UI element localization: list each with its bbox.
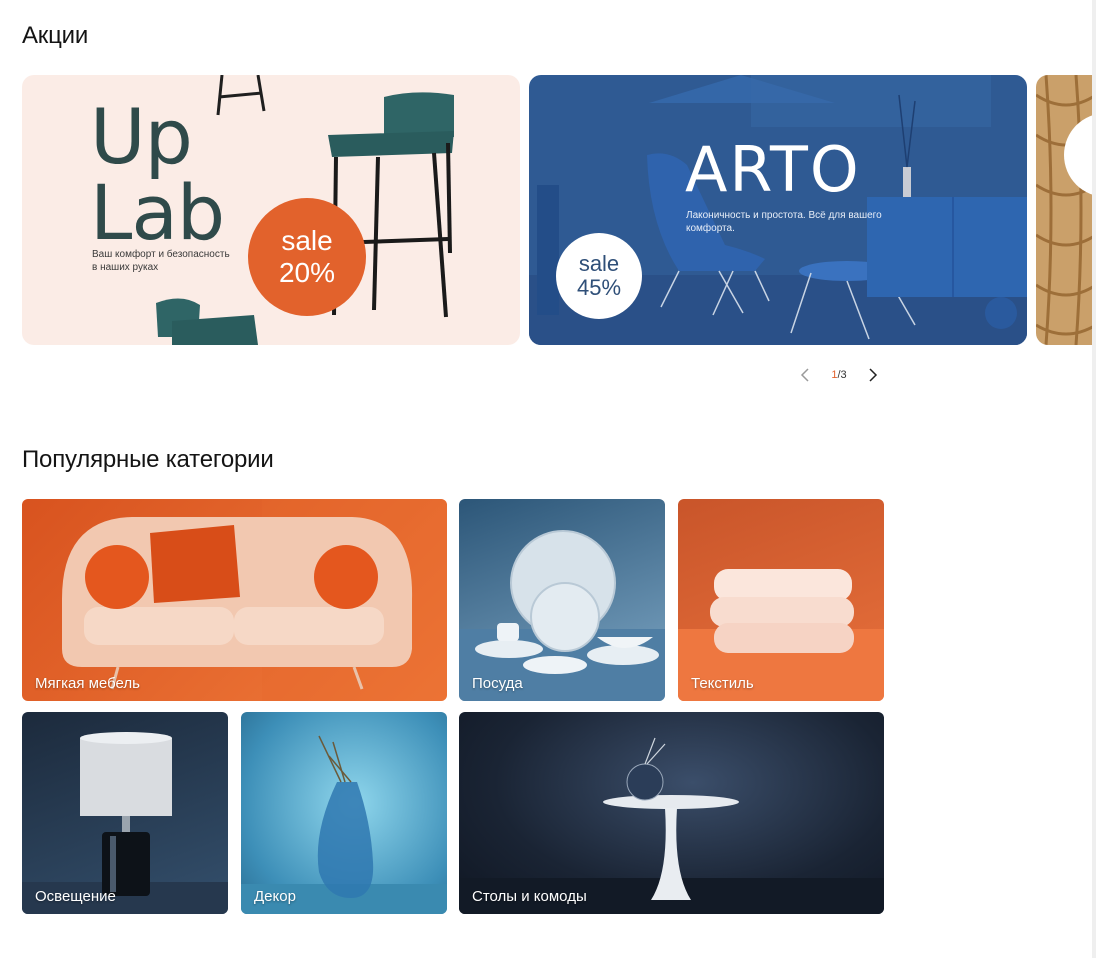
sale-badge: sale 45% bbox=[556, 233, 642, 319]
sale-value: 20% bbox=[278, 257, 336, 288]
pager-total: 3 bbox=[840, 369, 847, 381]
category-tile-textile[interactable]: Текстиль bbox=[678, 499, 884, 701]
category-tile-tables-dressers[interactable]: Столы и комоды bbox=[459, 712, 884, 914]
popular-categories-title: Популярные категории bbox=[22, 446, 274, 473]
category-tile-dishes[interactable]: Посуда bbox=[459, 499, 665, 701]
lamp-image bbox=[22, 732, 228, 914]
dishes-image bbox=[459, 530, 665, 701]
vase-image bbox=[241, 735, 447, 914]
arto-subtitle: Лаконичность и простота. Всё для вашего … bbox=[686, 210, 882, 234]
arto-logo: ARTO bbox=[685, 133, 861, 206]
category-tile-decor[interactable]: Декор bbox=[241, 712, 447, 914]
category-label: Текстиль bbox=[691, 675, 754, 692]
sale-label: sale bbox=[578, 251, 620, 276]
towels-image bbox=[678, 569, 884, 701]
category-label: Посуда bbox=[472, 675, 523, 692]
category-tile-soft-furniture[interactable]: Мягкая мебель bbox=[22, 499, 447, 701]
sale-badge: sale 20% bbox=[248, 198, 366, 316]
page-scrollbar[interactable] bbox=[1092, 0, 1096, 958]
uplab-logo-line2: Lab bbox=[90, 168, 225, 257]
rattan-furniture-image bbox=[1036, 75, 1096, 345]
pager-counter: 1/3 bbox=[814, 369, 864, 381]
chevron-right-icon[interactable] bbox=[864, 364, 882, 386]
promo-banner-uplab[interactable]: Up Lab Ваш комфорт и безопасность в наши… bbox=[22, 75, 520, 345]
chevron-left-icon[interactable] bbox=[796, 364, 814, 386]
promo-banner-rattan[interactable] bbox=[1036, 75, 1096, 345]
uplab-logo-line1: Up bbox=[90, 92, 193, 181]
promo-banner-arto[interactable]: ARTO Лаконичность и простота. Всё для ва… bbox=[529, 75, 1027, 345]
sale-label: sale bbox=[281, 225, 333, 256]
category-label: Декор bbox=[254, 888, 296, 905]
sale-value: 45% bbox=[576, 275, 622, 300]
category-label: Мягкая мебель bbox=[35, 675, 140, 692]
category-label: Столы и комоды bbox=[472, 888, 587, 905]
table-image bbox=[459, 737, 884, 914]
uplab-logo: Up Lab bbox=[90, 92, 225, 257]
sofa-image bbox=[62, 499, 447, 701]
promotions-title: Акции bbox=[22, 22, 89, 49]
category-label: Освещение bbox=[35, 888, 116, 905]
uplab-subtitle: Ваш комфорт и безопасность в наших руках bbox=[92, 249, 230, 273]
category-tile-lighting[interactable]: Освещение bbox=[22, 712, 228, 914]
carousel-pager: 1/3 bbox=[796, 364, 896, 386]
